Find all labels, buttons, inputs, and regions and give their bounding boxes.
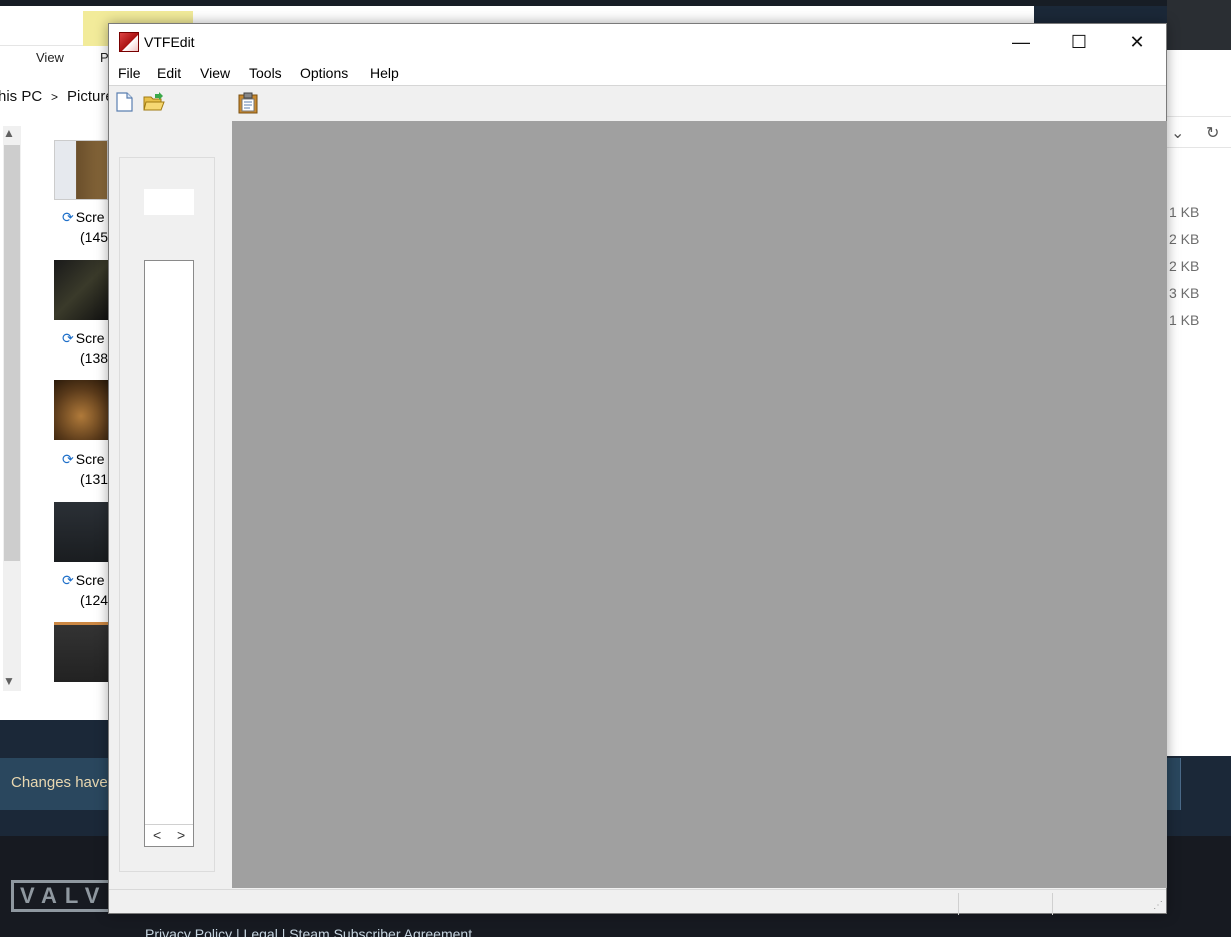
texture-viewport[interactable] <box>232 121 1167 888</box>
file-thumbnail[interactable] <box>54 502 108 562</box>
properties-panel: < > <box>119 157 215 872</box>
file-explorer-details-column <box>1167 50 1231 756</box>
paste-icon[interactable] <box>238 92 260 114</box>
menu-tools[interactable]: Tools <box>249 65 282 81</box>
scrollbar-thumb[interactable] <box>4 145 20 561</box>
resize-grip-icon[interactable]: ⋰ <box>1153 900 1163 911</box>
resource-list[interactable]: < > <box>144 260 194 847</box>
breadcrumb-pictures[interactable]: Picture <box>67 88 114 105</box>
status-pane <box>1052 893 1146 915</box>
close-button[interactable]: ✕ <box>1108 24 1166 60</box>
file-size: 1 KB <box>1169 312 1200 328</box>
menu-bar: File Edit View Tools Options Help <box>109 60 1166 86</box>
file-size: 3 KB <box>1169 285 1200 301</box>
scroll-left-icon[interactable]: < <box>153 827 161 843</box>
scroll-down-icon[interactable]: ▼ <box>3 674 15 688</box>
new-file-icon[interactable] <box>116 92 138 114</box>
list-scroll-nav: < > <box>145 824 193 846</box>
explorer-right-controls: ⌄ ↻ <box>1167 116 1231 148</box>
steam-top-strip <box>1167 0 1231 50</box>
menu-help[interactable]: Help <box>370 65 399 81</box>
steam-footer-links[interactable]: Privacy Policy | Legal | Steam Subscribe… <box>145 926 472 937</box>
explorer-scrollbar[interactable] <box>3 126 21 691</box>
maximize-button[interactable]: ☐ <box>1050 24 1108 60</box>
sync-icon: ⟳ <box>62 209 74 225</box>
vtfedit-window: VTFEdit — ☐ ✕ File Edit View Tools Optio… <box>108 23 1167 915</box>
file-thumbnail[interactable] <box>54 622 108 682</box>
open-folder-icon[interactable] <box>143 92 165 114</box>
file-thumbnail[interactable] <box>54 380 108 440</box>
menu-file[interactable]: File <box>118 65 141 81</box>
title-bar[interactable]: VTFEdit — ☐ ✕ <box>109 24 1166 60</box>
minimize-button[interactable]: — <box>992 24 1050 60</box>
scroll-up-icon[interactable]: ▲ <box>3 126 15 140</box>
menu-view[interactable]: View <box>200 65 230 81</box>
vtfedit-app-icon <box>119 32 139 52</box>
file-thumbnail[interactable] <box>54 140 108 200</box>
file-name[interactable]: ⟳ Scre (145 <box>62 207 108 247</box>
refresh-icon[interactable]: ↻ <box>1206 123 1219 143</box>
file-size: 2 KB <box>1169 231 1200 247</box>
window-title: VTFEdit <box>144 34 195 50</box>
file-name[interactable]: ⟳ Scre (124 <box>62 570 108 610</box>
file-size: 1 KB <box>1169 204 1200 220</box>
menu-options[interactable]: Options <box>300 65 348 81</box>
sync-icon: ⟳ <box>62 451 74 467</box>
file-name[interactable]: ⟳ Scre (131 <box>62 449 108 489</box>
steam-banner-text: Changes have <box>11 774 108 791</box>
breadcrumb-this-pc[interactable]: his PC <box>0 88 42 105</box>
file-name[interactable]: ⟳ Scre (138 <box>62 328 108 368</box>
frame-field[interactable] <box>144 189 194 215</box>
status-bar: ⋰ <box>109 889 1166 915</box>
status-pane <box>958 893 1052 915</box>
toolbar <box>109 87 1166 121</box>
valve-logo: VALVE <box>11 880 121 912</box>
explorer-tab-view[interactable]: View <box>36 50 64 65</box>
scroll-right-icon[interactable]: > <box>177 827 185 843</box>
sync-icon: ⟳ <box>62 572 74 588</box>
file-thumbnail[interactable] <box>54 260 108 320</box>
file-size: 2 KB <box>1169 258 1200 274</box>
breadcrumb-separator-icon: > <box>51 90 59 104</box>
menu-edit[interactable]: Edit <box>157 65 181 81</box>
chevron-down-icon[interactable]: ⌄ <box>1171 123 1184 143</box>
explorer-breadcrumb[interactable]: his PC > Picture <box>0 80 114 112</box>
sync-icon: ⟳ <box>62 330 74 346</box>
